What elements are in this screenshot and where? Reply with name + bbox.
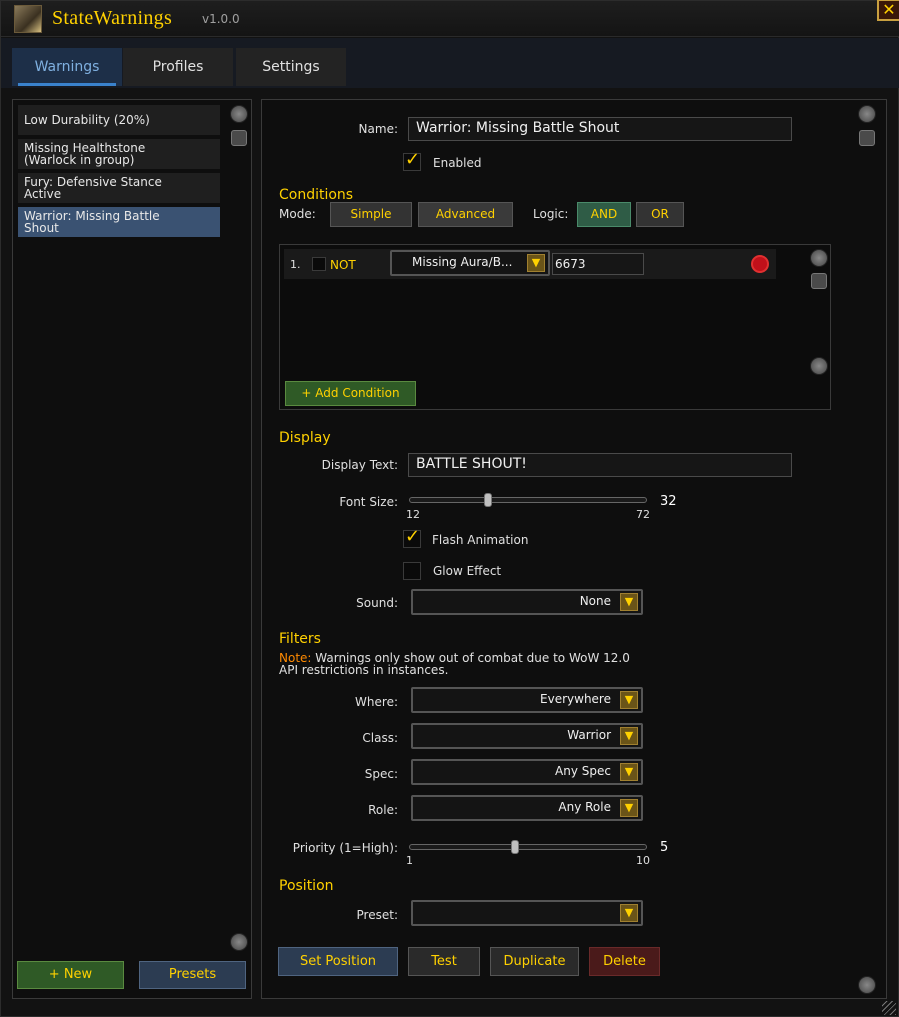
- scroll-thumb[interactable]: [811, 273, 827, 289]
- resize-grip-icon[interactable]: [882, 1001, 896, 1015]
- add-condition-button[interactable]: + Add Condition: [285, 381, 416, 406]
- delete-button[interactable]: Delete: [589, 947, 660, 976]
- sound-dropdown[interactable]: None ▼: [411, 589, 643, 615]
- checkmark-icon: ✓: [405, 149, 421, 170]
- logic-and-button[interactable]: AND: [577, 202, 631, 227]
- title-bar[interactable]: StateWarnings v1.0.0 ✕: [1, 0, 899, 37]
- scroll-thumb[interactable]: [859, 130, 875, 146]
- priority-slider-thumb[interactable]: [510, 840, 519, 854]
- test-button[interactable]: Test: [408, 947, 480, 976]
- list-item-selected[interactable]: Warrior: Missing Battle Shout: [18, 207, 220, 237]
- list-item[interactable]: Low Durability (20%): [18, 105, 220, 135]
- list-item[interactable]: Fury: Defensive Stance Active: [18, 173, 220, 203]
- chevron-down-icon: ▼: [620, 727, 638, 745]
- class-dropdown[interactable]: Warrior ▼: [411, 723, 643, 749]
- priority-slider[interactable]: [409, 844, 647, 850]
- condition-value-input[interactable]: 6673: [552, 253, 644, 275]
- app-version: v1.0.0: [202, 12, 240, 26]
- tab-profiles[interactable]: Profiles: [123, 48, 233, 86]
- new-warning-button[interactable]: + New: [17, 961, 124, 989]
- warnings-list-panel: Low Durability (20%) Missing Healthstone…: [12, 99, 252, 999]
- flash-animation-checkbox[interactable]: ✓: [403, 526, 421, 548]
- not-label: NOT: [330, 258, 356, 272]
- tab-warnings[interactable]: Warnings: [12, 48, 122, 86]
- glow-effect-checkbox[interactable]: [403, 562, 421, 580]
- set-position-button[interactable]: Set Position: [278, 947, 398, 976]
- chevron-down-icon: ▼: [620, 691, 638, 709]
- chevron-down-icon: ▼: [620, 799, 638, 817]
- where-label: Where:: [355, 695, 398, 709]
- mode-label: Mode:: [279, 207, 316, 221]
- app-title: StateWarnings: [52, 7, 173, 29]
- chevron-down-icon: ▼: [527, 254, 545, 272]
- duplicate-button[interactable]: Duplicate: [490, 947, 579, 976]
- sound-label: Sound:: [356, 596, 398, 610]
- display-heading: Display: [279, 430, 331, 446]
- spec-dropdown[interactable]: Any Spec ▼: [411, 759, 643, 785]
- role-label: Role:: [368, 803, 398, 817]
- scroll-up-icon[interactable]: [230, 105, 248, 123]
- logic-or-button[interactable]: OR: [636, 202, 684, 227]
- addon-window: StateWarnings v1.0.0 ✕ Warnings Profiles…: [0, 0, 899, 1017]
- conditions-list: 1. NOT Missing Aura/B... ▼ 6673 + Add Co…: [279, 244, 831, 410]
- enabled-checkbox[interactable]: ✓: [403, 149, 421, 171]
- name-input[interactable]: Warrior: Missing Battle Shout: [408, 117, 792, 141]
- chevron-down-icon: ▼: [620, 904, 638, 922]
- position-heading: Position: [279, 878, 334, 894]
- not-checkbox[interactable]: [312, 257, 326, 271]
- scroll-down-icon[interactable]: [810, 357, 828, 375]
- chevron-down-icon: ▼: [620, 593, 638, 611]
- preset-label: Preset:: [356, 908, 398, 922]
- close-button[interactable]: ✕: [877, 0, 899, 21]
- class-label: Class:: [362, 731, 398, 745]
- tab-bar: Warnings Profiles Settings: [1, 38, 899, 88]
- mode-simple-button[interactable]: Simple: [330, 202, 412, 227]
- priority-value: 5: [660, 840, 669, 855]
- conditions-heading: Conditions: [279, 187, 354, 203]
- checkmark-icon: ✓: [405, 526, 421, 547]
- flash-animation-label: Flash Animation: [432, 533, 529, 547]
- spec-label: Spec:: [364, 767, 398, 781]
- warning-editor-panel: Name: Warrior: Missing Battle Shout ✓ En…: [261, 99, 887, 999]
- name-label: Name:: [358, 122, 398, 136]
- font-size-slider[interactable]: [409, 497, 647, 503]
- app-logo-icon: [14, 5, 42, 33]
- mode-advanced-button[interactable]: Advanced: [418, 202, 513, 227]
- priority-label: Priority (1=High):: [292, 841, 398, 855]
- display-text-input[interactable]: BATTLE SHOUT!: [408, 453, 792, 477]
- preset-dropdown[interactable]: ▼: [411, 900, 643, 926]
- font-size-value: 32: [660, 494, 677, 509]
- font-size-slider-thumb[interactable]: [484, 493, 493, 507]
- scroll-up-icon[interactable]: [858, 105, 876, 123]
- condition-type-dropdown[interactable]: Missing Aura/B... ▼: [390, 250, 550, 276]
- glow-effect-label: Glow Effect: [433, 564, 502, 578]
- priority-min: 1: [406, 854, 413, 867]
- filters-note: Note: Warnings only show out of combat d…: [279, 651, 630, 677]
- tab-settings[interactable]: Settings: [236, 48, 346, 86]
- priority-max: 10: [636, 854, 650, 867]
- scroll-down-icon[interactable]: [230, 933, 248, 951]
- logic-label: Logic:: [533, 207, 569, 221]
- role-dropdown[interactable]: Any Role ▼: [411, 795, 643, 821]
- condition-index: 1.: [290, 258, 301, 271]
- scroll-down-icon[interactable]: [858, 976, 876, 994]
- presets-button[interactable]: Presets: [139, 961, 246, 989]
- enabled-label: Enabled: [433, 156, 482, 170]
- font-size-label: Font Size:: [339, 495, 398, 509]
- display-text-label: Display Text:: [321, 458, 398, 472]
- where-dropdown[interactable]: Everywhere ▼: [411, 687, 643, 713]
- scroll-up-icon[interactable]: [810, 249, 828, 267]
- remove-condition-icon[interactable]: [751, 255, 769, 273]
- font-size-min: 12: [406, 508, 420, 521]
- font-size-max: 72: [636, 508, 650, 521]
- condition-row: 1. NOT Missing Aura/B... ▼ 6673: [284, 249, 776, 279]
- chevron-down-icon: ▼: [620, 763, 638, 781]
- filters-heading: Filters: [279, 631, 321, 647]
- scroll-thumb[interactable]: [231, 130, 247, 146]
- list-item[interactable]: Missing Healthstone (Warlock in group): [18, 139, 220, 169]
